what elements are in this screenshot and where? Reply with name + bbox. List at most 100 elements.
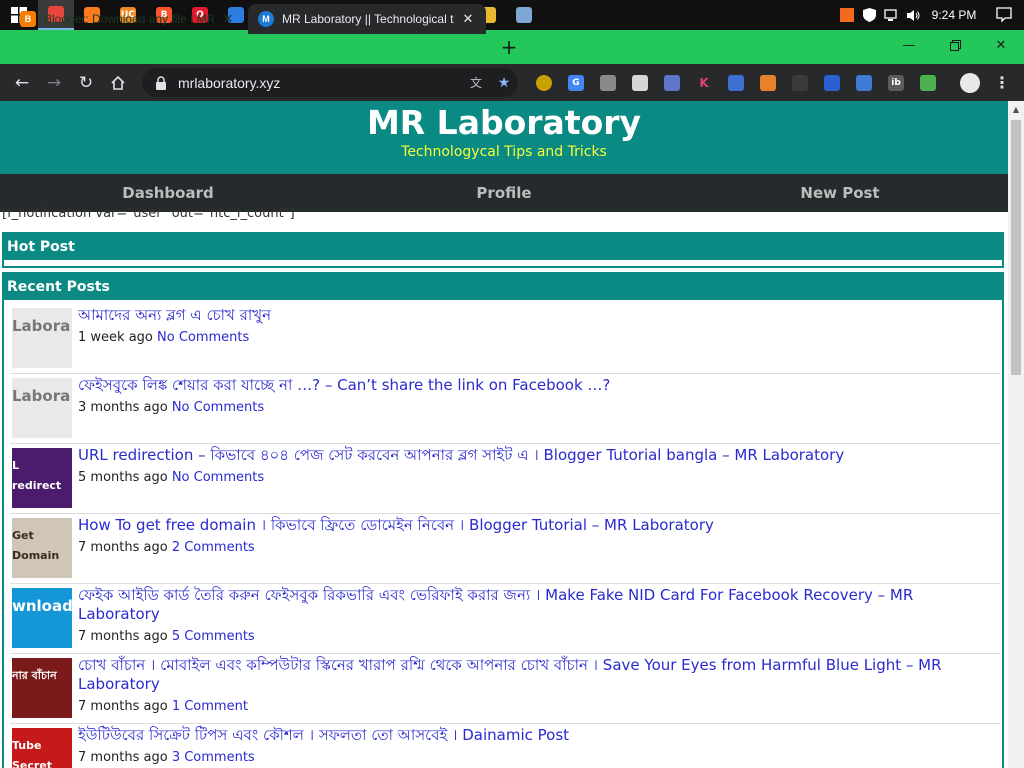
restore-button[interactable] <box>932 30 978 60</box>
post-meta: 7 months ago 3 Comments <box>78 750 255 765</box>
close-icon: ✕ <box>995 37 1007 53</box>
google-translate-icon: G <box>568 74 584 91</box>
browser-toolbar: ← → ↻ mrlaboratory.xyz 文 ★ G Kib ⋮ <box>0 64 1024 101</box>
post-thumbnail[interactable]: wnload <box>12 588 72 648</box>
address-bar[interactable]: mrlaboratory.xyz 文 ★ <box>142 68 518 97</box>
page-scrollbar[interactable]: ▲ <box>1008 101 1024 768</box>
screen-icon <box>856 74 872 91</box>
block-icon <box>664 74 680 91</box>
site-title[interactable]: MR Laboratory <box>0 103 1008 143</box>
extension-people[interactable] <box>816 64 848 101</box>
post-comments-link[interactable]: 2 Comments <box>172 540 255 555</box>
post-thumbnail[interactable]: নার বাঁচান <box>12 658 72 718</box>
extension-tiger[interactable] <box>752 64 784 101</box>
volume-icon[interactable] <box>902 0 924 30</box>
close-window-button[interactable]: ✕ <box>978 30 1024 60</box>
profile-avatar[interactable] <box>954 64 986 101</box>
post-title-link[interactable]: আমাদের অন্য ব্লগ এ চোখ রাখুন <box>78 306 993 325</box>
taskbar-clock[interactable]: 9:24 PM <box>924 8 984 22</box>
close-tab-icon[interactable]: ✕ <box>220 11 236 27</box>
people-icon <box>824 74 840 91</box>
extension-dark-mode[interactable] <box>528 64 560 101</box>
url-text: mrlaboratory.xyz <box>178 74 281 91</box>
network-icon[interactable] <box>880 0 902 30</box>
tab-blogger[interactable]: B Blogger: Download any file I MR ✕ <box>10 4 246 34</box>
home-icon <box>111 75 125 90</box>
post-comments-link[interactable]: 3 Comments <box>172 750 255 765</box>
close-tab-icon[interactable]: ✕ <box>460 11 476 27</box>
post-title-link[interactable]: ইউটিউবের সিক্রেট টিপস এবং কৌশল । সফলতা ত… <box>78 726 993 745</box>
post-title-link[interactable]: URL redirection – কিভাবে ৪০৪ পেজ সেট করব… <box>78 446 993 465</box>
post-comments-link[interactable]: No Comments <box>172 470 264 485</box>
extension-capture[interactable] <box>720 64 752 101</box>
post-meta: 7 months ago 2 Comments <box>78 540 255 555</box>
extension-cube[interactable] <box>784 64 816 101</box>
post-title-link[interactable]: চোখ বাঁচান । মোবাইল এবং কম্পিউটার স্কিনে… <box>78 656 993 694</box>
extension-save[interactable] <box>624 64 656 101</box>
nav-new-post[interactable]: New Post <box>672 174 1008 212</box>
arrow-right-icon: → <box>46 72 62 93</box>
hot-post-heading: Hot Post <box>4 234 1002 260</box>
post-meta: 7 months ago 1 Comment <box>78 699 248 714</box>
extension-green-extension[interactable] <box>912 64 944 101</box>
post-date: 7 months ago <box>78 699 168 714</box>
mr-lab-favicon-icon: M <box>258 11 274 27</box>
forward-button[interactable]: → <box>38 67 70 99</box>
extension-k-extension[interactable]: K <box>688 64 720 101</box>
security-shield-icon[interactable] <box>858 0 880 30</box>
tab-title: Blogger: Download any file I MR <box>44 12 214 26</box>
post-thumbnail[interactable]: Labora <box>12 308 72 368</box>
site-header: MR Laboratory Technologycal Tips and Tri… <box>0 101 1008 174</box>
extension-cloud[interactable] <box>592 64 624 101</box>
post-date: 3 months ago <box>78 400 168 415</box>
notifications-button[interactable] <box>984 7 1024 23</box>
post-thumbnail[interactable]: Get Domain <box>12 518 72 578</box>
post-date: 7 months ago <box>78 540 168 555</box>
post-title-link[interactable]: ফেইক আইডি কার্ড তৈরি করুন ফেইসবুক রিকভার… <box>78 586 993 624</box>
post-comments-link[interactable]: No Comments <box>172 400 264 415</box>
post-date: 7 months ago <box>78 629 168 644</box>
cloud-icon <box>600 74 616 91</box>
home-button[interactable] <box>102 67 134 99</box>
extension-block[interactable] <box>656 64 688 101</box>
chrome-menu-button[interactable]: ⋮ <box>986 64 1018 101</box>
post-comments-link[interactable]: 1 Comment <box>172 699 248 714</box>
post-date: 5 months ago <box>78 470 168 485</box>
scrollbar-thumb[interactable] <box>1011 120 1021 375</box>
nav-profile[interactable]: Profile <box>336 174 672 212</box>
extension-screen[interactable] <box>848 64 880 101</box>
new-tab-button[interactable]: + <box>498 35 520 59</box>
post-title-link[interactable]: How To get free domain । কিভাবে ফ্রিতে ড… <box>78 516 993 535</box>
post-comments-link[interactable]: 5 Comments <box>172 629 255 644</box>
post-comments-link[interactable]: No Comments <box>157 330 249 345</box>
green-extension-icon <box>920 74 936 91</box>
dark-mode-icon <box>536 74 552 91</box>
avast-icon[interactable] <box>836 0 858 30</box>
plus-icon: + <box>500 35 518 59</box>
post-thumbnail[interactable]: Labora <box>12 378 72 438</box>
extension-google-translate[interactable]: G <box>560 64 592 101</box>
reload-button[interactable]: ↻ <box>70 67 102 99</box>
recent-posts-heading: Recent Posts <box>4 274 1002 300</box>
post-thumbnail[interactable]: Tube Secret <box>12 728 72 768</box>
post-meta: 7 months ago 5 Comments <box>78 629 255 644</box>
post-date: 1 week ago <box>78 330 153 345</box>
avatar-icon <box>960 72 980 93</box>
scroll-up-arrow-icon[interactable]: ▲ <box>1008 101 1024 117</box>
back-button[interactable]: ← <box>6 67 38 99</box>
post-title-link[interactable]: ফেইসবুকে লিঙ্ক শেয়ার করা যাচ্ছে না …? –… <box>78 376 993 395</box>
notification-icon <box>996 7 1012 23</box>
minimize-button[interactable]: — <box>886 30 932 60</box>
translate-page-icon[interactable]: 文 <box>462 74 490 91</box>
k-extension-icon: K <box>696 74 712 91</box>
lock-icon <box>156 75 166 90</box>
list-item: নার বাঁচান চোখ বাঁচান । মোবাইল এবং কম্পিউ… <box>10 654 1000 724</box>
post-meta: 3 months ago No Comments <box>78 400 264 415</box>
post-thumbnail[interactable]: L redirect <box>12 448 72 508</box>
tab-mr-laboratory[interactable]: M MR Laboratory || Technological tips ✕ <box>248 4 486 34</box>
site-tagline: Technologycal Tips and Tricks <box>401 144 607 160</box>
taskbar-app-notepad[interactable] <box>506 0 542 30</box>
extension-ib[interactable]: ib <box>880 64 912 101</box>
tiger-icon <box>760 74 776 91</box>
bookmark-star-icon[interactable]: ★ <box>490 74 518 91</box>
